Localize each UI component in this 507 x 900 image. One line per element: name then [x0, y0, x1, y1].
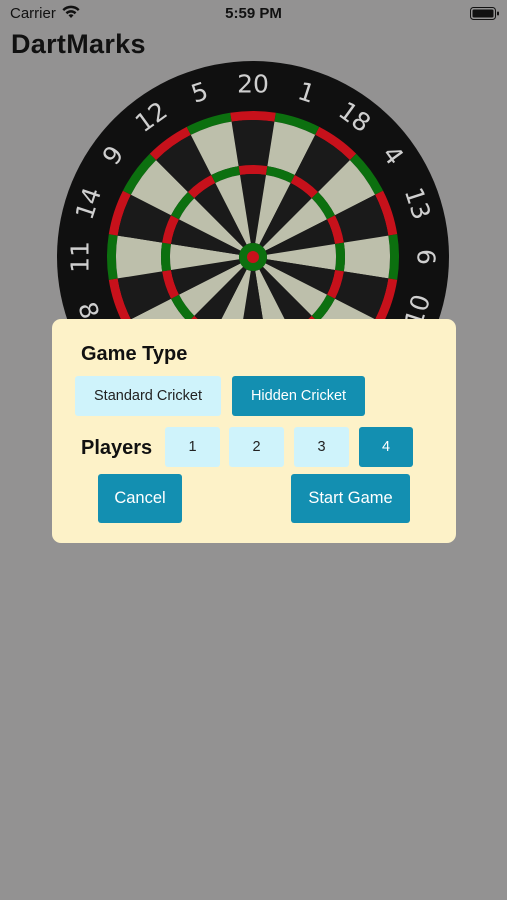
dartboard-number: 6: [412, 249, 441, 265]
status-bar: Carrier 5:59 PM: [0, 0, 507, 28]
new-game-dialog: Game Type Standard Cricket Hidden Cricke…: [52, 319, 456, 543]
players-heading: Players: [81, 437, 153, 459]
player-count-3-button[interactable]: 3: [294, 427, 349, 467]
board-segment: [343, 235, 390, 279]
status-time: 5:59 PM: [225, 5, 282, 22]
player-count-1-button[interactable]: 1: [165, 427, 220, 467]
app-title: DartMarks: [11, 29, 146, 59]
bullseye: [247, 251, 259, 263]
standard-cricket-button[interactable]: Standard Cricket: [75, 376, 221, 416]
cancel-button[interactable]: Cancel: [98, 474, 182, 523]
dartboard-number: 20: [237, 70, 269, 99]
battery-icon: [470, 7, 499, 20]
board-segment: [116, 235, 163, 279]
player-count-2-button[interactable]: 2: [229, 427, 284, 467]
dartboard-number: 11: [66, 241, 95, 273]
player-count-4-button[interactable]: 4: [359, 427, 413, 467]
start-game-button[interactable]: Start Game: [291, 474, 410, 523]
game-type-heading: Game Type: [81, 343, 188, 365]
treble-ring-segment: [334, 242, 345, 272]
treble-ring-segment: [161, 242, 172, 272]
hidden-cricket-button[interactable]: Hidden Cricket: [232, 376, 365, 416]
board-segment: [231, 120, 275, 167]
treble-ring-segment: [238, 165, 268, 176]
